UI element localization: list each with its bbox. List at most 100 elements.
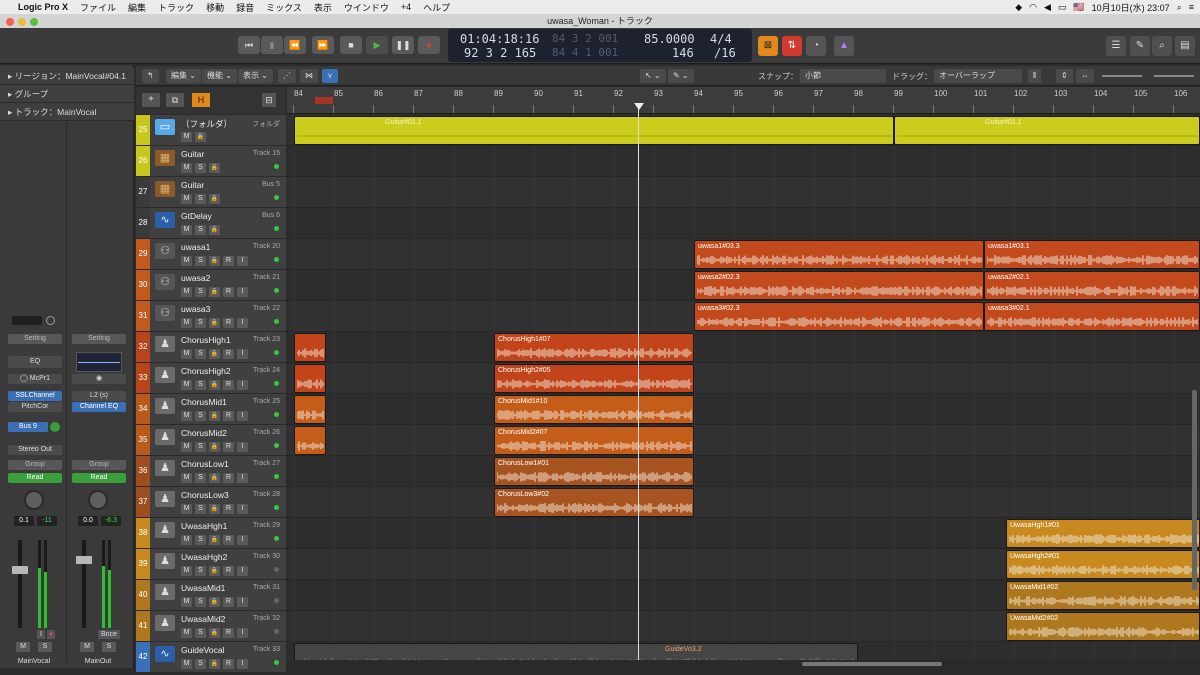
track-name[interactable]: ChorusLow3 [181,490,229,500]
record-enable-button[interactable]: R [223,318,234,328]
input-monitor-button[interactable]: I [237,411,248,421]
record-enable-button[interactable]: R [223,287,234,297]
bar-ruler[interactable]: 84 85 86 87 88 89 90 91 92 93 94 95 96 97 98 99 100 101 10… [287,87,1200,114]
metronome-icon[interactable]: ▲ [834,36,854,56]
mute-button[interactable]: M [181,380,192,390]
track-name[interactable]: UwasaMid2 [181,614,225,624]
browser-search-icon[interactable]: ⌕ [1152,36,1172,56]
solo-button[interactable]: S [195,597,206,607]
spotlight-icon[interactable]: ⌕ [1177,2,1182,13]
horizontal-fit-icon[interactable]: ⇔ [1076,69,1094,83]
track-name[interactable]: GuideVocal [181,645,224,655]
solo-button[interactable]: S [38,642,52,652]
playhead-handle-icon[interactable] [634,103,644,110]
choir-icon[interactable]: ⚇ [155,274,175,290]
mute-button[interactable]: M [181,566,192,576]
record-enable-button[interactable]: R [223,380,234,390]
input-monitor-button[interactable]: I [237,566,248,576]
mute-button-2[interactable]: M [80,642,94,652]
solo-button[interactable]: S [195,318,206,328]
lock-icon[interactable]: 🔒 [209,597,220,607]
track-name[interactable]: ChorusMid2 [181,428,227,438]
track-header[interactable]: 39 ♟ UwasaHgh2 Track 30 M S 🔒 R I [136,549,286,580]
audio-region[interactable]: ChorusLow3#02 [494,488,694,517]
lock-icon[interactable]: 🔒 [209,659,220,669]
lcd-display[interactable]: 01:04:18:16 92 3 2 165 84 3 2 001 84 4 1… [448,29,752,62]
notification-icon[interactable]: ≡ [1189,2,1194,12]
menubar-clock[interactable]: 10月10日(水) 23:07 [1092,1,1170,14]
menu-plus4[interactable]: +4 [395,2,417,12]
track-header[interactable]: 34 ♟ ChorusMid1 Track 25 M S 🔒 R I [136,394,286,425]
record-enable-button[interactable]: R [223,504,234,514]
solo-button[interactable]: S [195,442,206,452]
mute-button[interactable]: M [181,318,192,328]
minimize-window-icon[interactable] [18,18,26,26]
amp-icon[interactable]: ▦ [155,150,175,166]
audio-region[interactable] [294,395,326,424]
drag-select[interactable]: オーバーラップ [934,69,1022,83]
track-header[interactable]: 26 ▦ Guitar Track 15 M S 🔒 [136,146,286,177]
track-name[interactable]: UwasaMid1 [181,583,225,593]
menu-help[interactable]: ヘルプ [417,1,456,14]
solo-button[interactable]: S [195,380,206,390]
record-enable-button[interactable]: R [223,535,234,545]
audio-region[interactable]: ChorusMid1#10 [494,395,694,424]
audio-region[interactable] [294,364,326,393]
track-name[interactable]: Guitar [181,180,204,190]
solo-button[interactable]: S [195,411,206,421]
track-name[interactable]: ChorusHigh1 [181,335,231,345]
close-window-icon[interactable] [6,18,14,26]
stop-playback-button[interactable]: ▮ [261,36,283,54]
record-enable-button[interactable]: R [223,628,234,638]
mute-button[interactable]: M [181,287,192,297]
menu-record[interactable]: 録音 [230,1,260,14]
inspector-track-header[interactable]: ▸ トラック：MainVocal [0,103,134,121]
rewind-button[interactable]: ⏪ [284,36,306,54]
solo-button[interactable]: S [195,535,206,545]
record-enable-button[interactable]: R [223,473,234,483]
input-monitor-button[interactable]: I [237,535,248,545]
record-enable-button[interactable]: R [223,659,234,669]
stop-button[interactable]: ■ [340,36,362,54]
audio-region[interactable]: uwasa2#02.1 [984,271,1200,300]
solo-button[interactable]: S [195,566,206,576]
lock-icon[interactable]: 🔒 [209,349,220,359]
mute-button[interactable]: M [181,225,192,235]
record-enable-button[interactable]: R [223,597,234,607]
audio-region[interactable] [294,426,326,455]
vertical-scrollbar-thumb[interactable] [1192,390,1197,590]
menu-file[interactable]: ファイル [74,1,122,14]
audio-region[interactable]: UwasaHgh2#01 [1006,550,1200,579]
solo-button[interactable]: S [195,163,206,173]
pause-button[interactable]: ❚❚ [392,36,414,54]
cycle-icon[interactable]: ⊠ [758,36,778,56]
catch-icon[interactable]: ⋎ [322,69,338,83]
audio-region[interactable]: GuideVo3.2 [294,643,858,660]
input-monitor-button[interactable]: I [237,349,248,359]
audio-region[interactable]: Guitar#01.1 [894,116,1200,145]
track-lane[interactable] [287,456,1200,487]
lock-icon[interactable]: 🔒 [209,318,220,328]
track-name[interactable]: uwasa2 [181,273,210,283]
lock-icon[interactable]: 🔒 [209,287,220,297]
track-header[interactable]: 25 ▭ （フォルダ） フォルダ M 🔒 [136,115,286,146]
duplicate-track-icon[interactable]: ⧉ [166,93,184,107]
track-header[interactable]: 37 ♟ ChorusLow3 Track 28 M S 🔒 R I [136,487,286,518]
track-header[interactable]: 36 ♟ ChorusLow1 Track 27 M S 🔒 R I [136,456,286,487]
lock-icon[interactable]: 🔒 [195,132,206,142]
track-header[interactable]: 29 ⚇ uwasa1 Track 20 M S 🔒 R I [136,239,286,270]
volume-fader[interactable] [12,566,28,574]
cycle-region-marker[interactable] [315,97,333,104]
lock-icon[interactable]: 🔒 [209,566,220,576]
horizontal-zoom-slider[interactable] [1154,75,1194,77]
track-name[interactable]: uwasa1 [181,242,210,252]
lock-icon[interactable]: 🔒 [209,535,220,545]
track-name[interactable]: ChorusHigh2 [181,366,231,376]
singer-icon[interactable]: ♟ [155,429,175,445]
record-enable-icon[interactable]: ● [47,630,55,639]
vertical-zoom-icon[interactable]: ⇕ [1056,69,1073,83]
library-icon[interactable]: ▤ [1175,36,1195,56]
track-header[interactable]: 32 ♟ ChorusHigh1 Track 23 M S 🔒 R I [136,332,286,363]
record-enable-button[interactable]: R [223,566,234,576]
input-monitor-button[interactable]: I [237,659,248,669]
